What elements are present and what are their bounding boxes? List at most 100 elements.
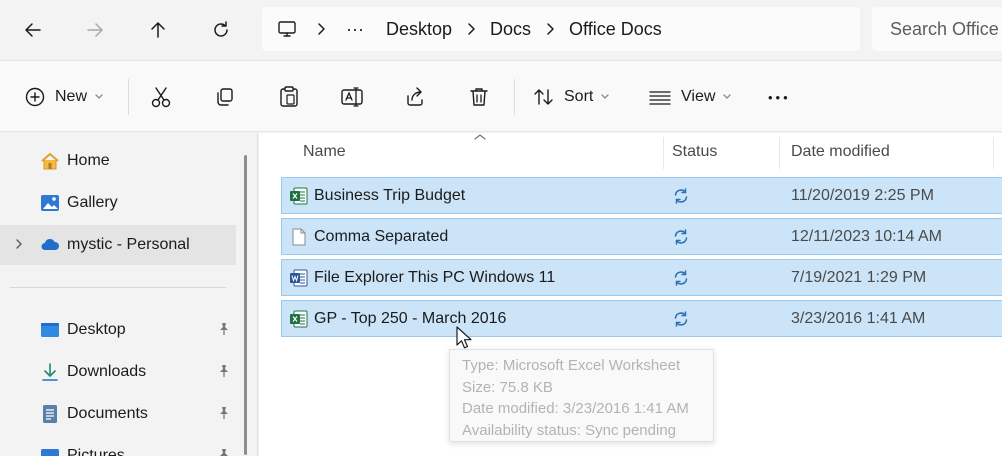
paste-button[interactable]	[278, 77, 300, 117]
sidebar-item-gallery[interactable]: Gallery	[0, 183, 236, 223]
sidebar-scrollbar[interactable]	[244, 155, 247, 455]
cut-button[interactable]	[150, 77, 172, 117]
chevron-down-icon	[600, 93, 610, 101]
pin-icon[interactable]	[218, 364, 230, 378]
pin-icon[interactable]	[218, 322, 230, 336]
new-button[interactable]: New	[24, 77, 104, 117]
sidebar-item-desktop[interactable]: Desktop	[0, 310, 236, 350]
file-date-modified: 7/19/2021 1:29 PM	[791, 269, 927, 286]
sidebar-item-documents[interactable]: Documents	[0, 394, 236, 434]
breadcrumb[interactable]: ··· Desktop Docs Office Docs	[262, 7, 860, 51]
sort-ascending-icon	[473, 133, 487, 141]
sidebar-item-home[interactable]: Home	[0, 141, 236, 181]
refresh-button[interactable]	[201, 10, 241, 50]
file-date-modified: 3/23/2016 1:41 AM	[791, 310, 926, 327]
chevron-right-icon	[466, 22, 476, 36]
file-date-modified: 11/20/2019 2:25 PM	[791, 187, 934, 204]
pin-icon[interactable]	[218, 448, 230, 456]
rename-button[interactable]	[340, 77, 364, 117]
address-bar: ··· Desktop Docs Office Docs Search Offi…	[0, 0, 1002, 60]
trash-icon	[470, 88, 488, 106]
share-icon	[407, 87, 423, 106]
sync-pending-icon	[674, 270, 688, 286]
arrow-left-icon	[25, 23, 41, 37]
more-options-button[interactable]: •••	[768, 77, 791, 117]
table-row[interactable]: Comma Separated 12/11/2023 10:14 AM	[281, 218, 1002, 255]
view-button[interactable]: View	[648, 77, 732, 117]
rename-icon	[341, 87, 363, 107]
search-input[interactable]: Search Office Docs	[872, 7, 1002, 51]
generic-file-icon	[292, 228, 306, 246]
up-button[interactable]	[138, 10, 178, 50]
chevron-down-icon	[722, 93, 732, 101]
home-icon	[41, 153, 59, 170]
copy-icon	[217, 88, 233, 106]
sidebar-item-pictures[interactable]: Pictures	[0, 436, 236, 456]
plus-circle-icon	[25, 87, 45, 107]
tooltip-size: Size: 75.8 KB	[462, 378, 553, 396]
pin-icon[interactable]	[218, 406, 230, 420]
search-placeholder: Search Office Docs	[890, 18, 1002, 39]
clipboard-icon	[280, 86, 298, 107]
documents-icon	[43, 405, 57, 423]
file-name: GP - Top 250 - March 2016	[314, 310, 507, 327]
arrow-right-icon	[87, 23, 103, 37]
sidebar-divider	[10, 287, 226, 288]
breadcrumb-office-docs[interactable]: Office Docs	[569, 19, 662, 40]
chevron-right-icon	[545, 22, 555, 36]
column-header-status[interactable]: Status	[672, 143, 717, 161]
copy-button[interactable]	[214, 77, 236, 117]
sync-pending-icon	[674, 188, 688, 204]
sort-button[interactable]: Sort	[533, 77, 610, 117]
forward-button[interactable]	[75, 10, 115, 50]
refresh-icon	[214, 21, 228, 37]
file-name: Business Trip Budget	[314, 187, 466, 204]
chevron-right-icon	[316, 22, 326, 36]
toolbar-divider	[128, 79, 129, 115]
sort-icon	[534, 89, 553, 105]
table-row[interactable]: GP - Top 250 - March 2016 3/23/2016 1:41…	[281, 300, 1002, 337]
breadcrumb-overflow[interactable]: ···	[346, 19, 364, 40]
scissors-icon	[151, 87, 171, 108]
gallery-icon	[41, 195, 59, 211]
sync-pending-icon	[674, 311, 688, 327]
back-button[interactable]	[13, 10, 53, 50]
breadcrumb-desktop[interactable]: Desktop	[386, 19, 452, 40]
more-icon: •••	[768, 89, 791, 105]
toolbar-divider	[514, 79, 515, 115]
word-file-icon	[290, 269, 308, 287]
tooltip-type: Type: Microsoft Excel Worksheet	[462, 357, 681, 374]
arrow-up-icon	[151, 22, 165, 38]
column-divider[interactable]	[663, 137, 664, 169]
sidebar-item-onedrive[interactable]: mystic - Personal	[0, 225, 236, 265]
downloads-icon	[42, 363, 58, 381]
column-header-date-modified[interactable]: Date modified	[791, 143, 890, 161]
table-row[interactable]: File Explorer This PC Windows 11 7/19/20…	[281, 259, 1002, 296]
column-divider[interactable]	[993, 137, 994, 169]
desktop-folder-icon	[41, 323, 59, 337]
share-button[interactable]	[404, 77, 426, 117]
excel-file-icon	[290, 187, 308, 205]
pictures-icon	[41, 449, 59, 456]
this-pc-icon[interactable]	[276, 18, 298, 40]
tooltip-date-modified: Date modified: 3/23/2016 1:41 AM	[462, 400, 689, 417]
tooltip-availability: Availability status: Sync pending	[462, 421, 677, 439]
file-date-modified: 12/11/2023 10:14 AM	[791, 228, 942, 245]
list-view-icon	[649, 91, 671, 105]
excel-file-icon	[290, 310, 308, 328]
chevron-right-icon[interactable]	[14, 238, 24, 250]
navigation-pane: Home Gallery mystic - Personal Desktop D…	[0, 133, 258, 456]
command-bar: New Sort View •••	[0, 60, 1002, 132]
sidebar-item-downloads[interactable]: Downloads	[0, 352, 236, 392]
column-header-name[interactable]: Name	[303, 143, 346, 161]
chevron-down-icon	[94, 93, 104, 101]
delete-button[interactable]	[468, 77, 490, 117]
sync-pending-icon	[674, 229, 688, 245]
table-row[interactable]: Business Trip Budget 11/20/2019 2:25 PM	[281, 177, 1002, 214]
file-name: Comma Separated	[314, 228, 449, 245]
onedrive-cloud-icon	[41, 238, 60, 250]
breadcrumb-docs[interactable]: Docs	[490, 19, 531, 40]
file-name: File Explorer This PC Windows 11	[314, 269, 556, 286]
file-info-tooltip: Type: Microsoft Excel Worksheet Size: 75…	[449, 349, 714, 442]
column-divider[interactable]	[779, 137, 780, 169]
